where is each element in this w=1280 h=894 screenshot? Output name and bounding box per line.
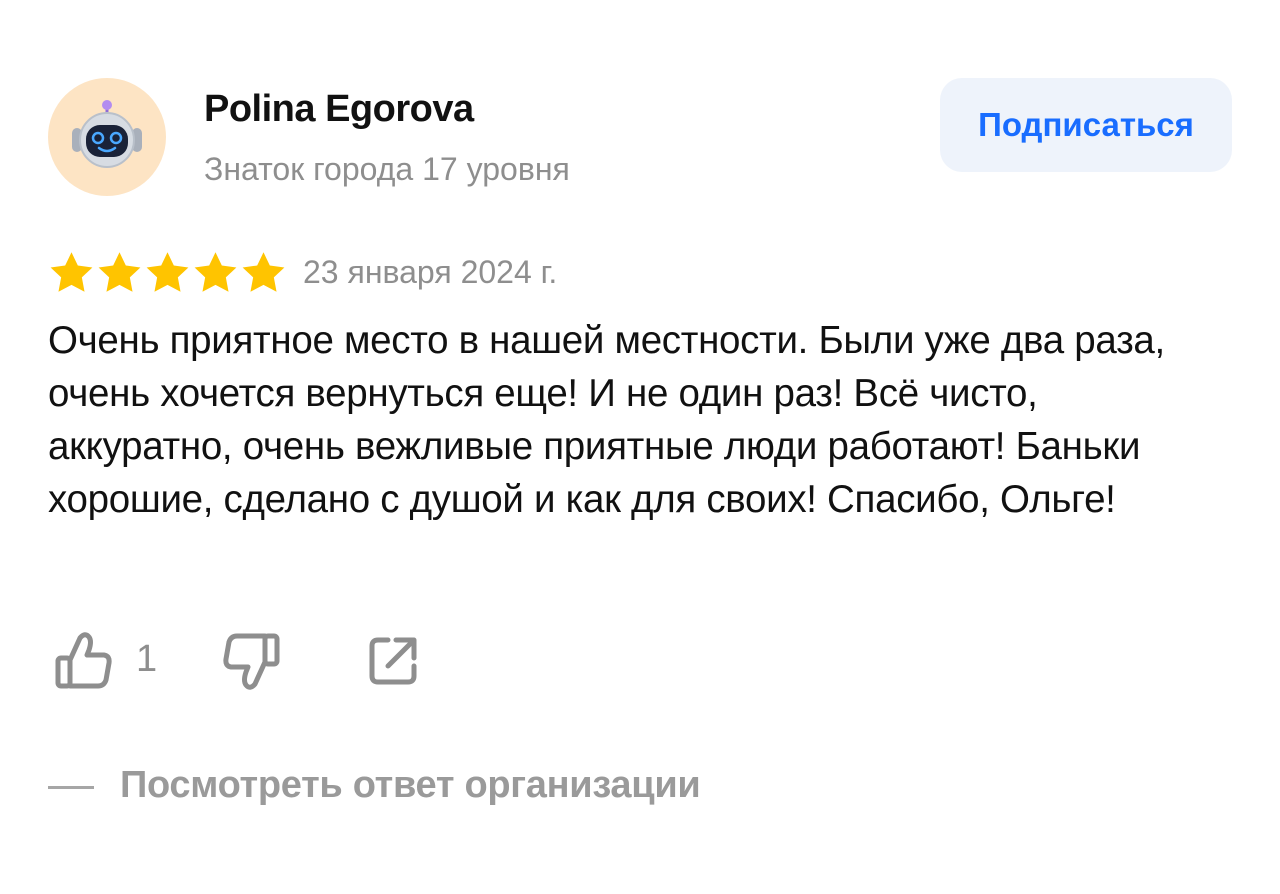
avatar[interactable] [48, 78, 166, 196]
star-icon [50, 252, 93, 292]
subscribe-button[interactable]: Подписаться [940, 78, 1232, 172]
review-text: Очень приятное место в нашей местности. … [48, 319, 1165, 521]
thumbs-up-icon[interactable] [52, 628, 116, 692]
robot-avatar-icon [72, 100, 142, 168]
thumbs-down-icon[interactable] [218, 630, 284, 694]
star-icon [146, 252, 189, 292]
view-organization-reply-link[interactable]: Посмотреть ответ организации [120, 764, 701, 807]
star-icon [98, 252, 141, 292]
star-icon [242, 252, 285, 292]
divider-dash [48, 786, 94, 789]
author-name[interactable]: Polina Egorova [204, 88, 474, 131]
rating-stars [48, 250, 287, 296]
share-icon[interactable] [364, 632, 422, 690]
star-icon [194, 252, 237, 292]
like-count: 1 [136, 638, 158, 680]
author-level: Знаток города 17 уровня [204, 151, 570, 187]
review-date: 23 января 2024 г. [303, 254, 558, 290]
